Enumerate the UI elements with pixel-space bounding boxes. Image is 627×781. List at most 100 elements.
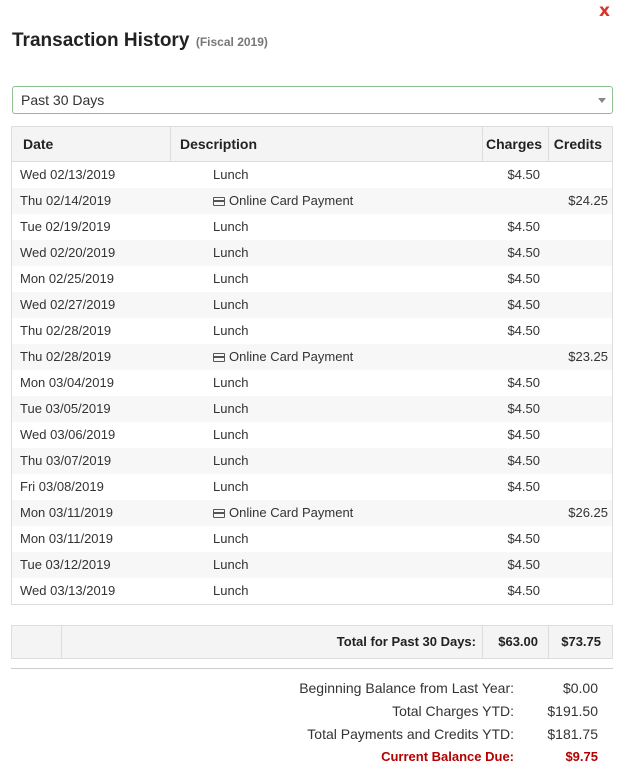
row-credit xyxy=(549,474,612,500)
table-row: Tue 02/19/2019 Lunch $4.50 xyxy=(12,214,612,240)
balance-due-value: $9.75 xyxy=(565,749,598,764)
row-date: Mon 03/04/2019 xyxy=(20,375,114,390)
close-button[interactable]: x xyxy=(599,1,610,21)
row-date: Tue 02/19/2019 xyxy=(20,219,111,234)
row-description-text: Lunch xyxy=(213,375,249,390)
title-text: Transaction History xyxy=(12,30,190,51)
period-filter-select[interactable]: Past 30 Days xyxy=(12,86,613,114)
balance-summary: Beginning Balance from Last Year: $0.00 … xyxy=(200,678,598,770)
header-charges[interactable]: Charges xyxy=(483,127,549,161)
row-charge: $4.50 xyxy=(507,297,540,312)
transaction-table: Date Description Charges Credits Wed 02/… xyxy=(11,126,613,605)
row-charge: $4.50 xyxy=(507,531,540,546)
table-row: Mon 02/25/2019 Lunch $4.50 xyxy=(12,266,612,292)
table-body: Wed 02/13/2019 Lunch $4.50 Thu 02/14/2019 On… xyxy=(12,162,612,604)
row-credit xyxy=(549,578,612,604)
row-charge: $4.50 xyxy=(507,401,540,416)
row-date: Wed 02/27/2019 xyxy=(20,297,116,312)
row-description: Lunch xyxy=(171,266,483,292)
row-charge xyxy=(483,344,549,370)
summary-label: Beginning Balance from Last Year: xyxy=(299,680,514,696)
row-description-text: Online Card Payment xyxy=(229,193,354,208)
totals-credits: $73.75 xyxy=(561,634,601,649)
table-row: Thu 02/28/2019 Online Card Payment $23.25 xyxy=(12,344,612,370)
row-description-text: Lunch xyxy=(213,323,249,338)
row-description: Lunch xyxy=(171,240,483,266)
row-credit xyxy=(549,292,612,318)
row-description-text: Lunch xyxy=(213,583,249,598)
row-charge: $4.50 xyxy=(507,245,540,260)
row-credit xyxy=(549,422,612,448)
row-date: Thu 02/14/2019 xyxy=(20,193,112,208)
row-description: Lunch xyxy=(171,292,483,318)
row-description-text: Lunch xyxy=(213,427,249,442)
row-date: Mon 03/11/2019 xyxy=(20,531,113,546)
row-charge: $4.50 xyxy=(507,323,540,338)
row-description: Online Card Payment xyxy=(171,344,483,370)
row-description: Lunch xyxy=(171,162,483,188)
totals-label: Total for Past 30 Days: xyxy=(62,626,483,658)
row-charge: $4.50 xyxy=(507,219,540,234)
row-credit xyxy=(549,396,612,422)
row-date: Thu 02/28/2019 xyxy=(20,323,112,338)
row-date: Wed 03/06/2019 xyxy=(20,427,116,442)
row-charge: $4.50 xyxy=(507,583,540,598)
table-row: Mon 03/11/2019 Online Card Payment $26.25 xyxy=(12,500,612,526)
table-row: Tue 03/05/2019 Lunch $4.50 xyxy=(12,396,612,422)
totals-spacer xyxy=(12,626,62,658)
credit-card-icon xyxy=(213,353,225,362)
row-description: Lunch xyxy=(171,318,483,344)
row-credit xyxy=(549,266,612,292)
credit-card-icon xyxy=(213,509,225,518)
row-credit xyxy=(549,526,612,552)
header-description[interactable]: Description xyxy=(171,127,483,161)
row-description-text: Lunch xyxy=(213,219,249,234)
table-header: Date Description Charges Credits xyxy=(12,127,612,162)
table-row: Wed 02/13/2019 Lunch $4.50 xyxy=(12,162,612,188)
row-charge xyxy=(483,188,549,214)
row-credit xyxy=(549,552,612,578)
summary-value: $181.75 xyxy=(547,726,598,742)
row-description: Lunch xyxy=(171,526,483,552)
table-row: Wed 03/06/2019 Lunch $4.50 xyxy=(12,422,612,448)
row-charge: $4.50 xyxy=(507,427,540,442)
row-charge xyxy=(483,500,549,526)
row-credit: $26.25 xyxy=(568,505,608,520)
row-description-text: Lunch xyxy=(213,401,249,416)
row-description: Lunch xyxy=(171,370,483,396)
table-row: Mon 03/04/2019 Lunch $4.50 xyxy=(12,370,612,396)
row-date: Mon 02/25/2019 xyxy=(20,271,114,286)
row-charge: $4.50 xyxy=(507,453,540,468)
header-date[interactable]: Date xyxy=(12,127,171,161)
row-credit xyxy=(549,318,612,344)
table-row: Mon 03/11/2019 Lunch $4.50 xyxy=(12,526,612,552)
table-row: Fri 03/08/2019 Lunch $4.50 xyxy=(12,474,612,500)
summary-label: Total Charges YTD: xyxy=(392,703,514,719)
row-description-text: Lunch xyxy=(213,167,249,182)
row-credit xyxy=(549,240,612,266)
chevron-down-icon xyxy=(598,98,606,103)
row-description-text: Lunch xyxy=(213,531,249,546)
row-credit: $23.25 xyxy=(568,349,608,364)
row-credit xyxy=(549,214,612,240)
row-description: Lunch xyxy=(171,474,483,500)
table-row: Wed 02/27/2019 Lunch $4.50 xyxy=(12,292,612,318)
row-credit: $24.25 xyxy=(568,193,608,208)
row-date: Thu 02/28/2019 xyxy=(20,349,112,364)
row-description: Lunch xyxy=(171,552,483,578)
summary-row-charges: Total Charges YTD: $191.50 xyxy=(200,701,598,724)
table-row: Thu 03/07/2019 Lunch $4.50 xyxy=(12,448,612,474)
row-date: Fri 03/08/2019 xyxy=(20,479,104,494)
fiscal-year-label: (Fiscal 2019) xyxy=(195,35,268,49)
row-date: Tue 03/12/2019 xyxy=(20,557,111,572)
header-credits[interactable]: Credits xyxy=(549,127,612,161)
table-row: Wed 03/13/2019 Lunch $4.50 xyxy=(12,578,612,604)
summary-value: $0.00 xyxy=(562,680,598,696)
row-description-text: Online Card Payment xyxy=(229,505,354,520)
summary-row-payments: Total Payments and Credits YTD: $181.75 xyxy=(200,724,598,747)
table-row: Tue 03/12/2019 Lunch $4.50 xyxy=(12,552,612,578)
row-description-text: Lunch xyxy=(213,297,249,312)
row-description-text: Lunch xyxy=(213,557,249,572)
table-row: Thu 02/14/2019 Online Card Payment $24.25 xyxy=(12,188,612,214)
row-description: Lunch xyxy=(171,448,483,474)
